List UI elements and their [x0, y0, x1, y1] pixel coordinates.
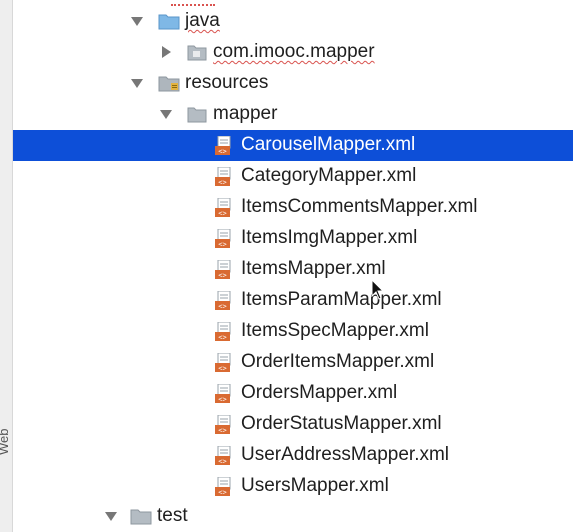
tree-file-category-mapper[interactable]: <> CategoryMapper.xml — [13, 161, 573, 192]
svg-text:<>: <> — [218, 396, 226, 404]
tree-file-items-param-mapper[interactable]: <> ItemsParamMapper.xml — [13, 285, 573, 316]
xml-file-icon: <> — [214, 445, 232, 472]
file-label: UsersMapper.xml — [241, 475, 389, 496]
tree-node-label: com.imooc.mapper — [213, 41, 375, 62]
file-label: ItemsSpecMapper.xml — [241, 320, 429, 341]
xml-file-icon: <> — [214, 290, 232, 317]
tree-node-label: java — [185, 10, 220, 31]
tree-node-test[interactable]: test — [13, 501, 573, 532]
source-folder-icon — [158, 12, 180, 36]
svg-text:<>: <> — [218, 334, 226, 342]
svg-text:<>: <> — [218, 179, 226, 187]
expand-arrow-icon[interactable] — [105, 512, 117, 521]
expand-arrow-icon[interactable] — [160, 110, 172, 119]
svg-text:<>: <> — [218, 210, 226, 218]
file-label: ItemsParamMapper.xml — [241, 289, 442, 310]
xml-file-icon: <> — [214, 321, 232, 348]
resources-folder-icon — [158, 74, 180, 98]
xml-file-icon: <> — [214, 166, 232, 193]
file-label: OrderItemsMapper.xml — [241, 351, 435, 372]
tree-file-order-status-mapper[interactable]: <> OrderStatusMapper.xml — [13, 409, 573, 440]
tree-file-order-items-mapper[interactable]: <> OrderItemsMapper.xml — [13, 347, 573, 378]
file-label: OrdersMapper.xml — [241, 382, 398, 403]
tree-file-user-address-mapper[interactable]: <> UserAddressMapper.xml — [13, 440, 573, 471]
tree-file-orders-mapper[interactable]: <> OrdersMapper.xml — [13, 378, 573, 409]
tree-node-label: resources — [185, 72, 269, 93]
tree-file-items-spec-mapper[interactable]: <> ItemsSpecMapper.xml — [13, 316, 573, 347]
side-strip-label[interactable]: Web — [0, 429, 11, 456]
svg-text:<>: <> — [218, 365, 226, 373]
package-icon — [187, 43, 207, 67]
file-label: ItemsCommentsMapper.xml — [241, 196, 478, 217]
tree-file-items-comments-mapper[interactable]: <> ItemsCommentsMapper.xml — [13, 192, 573, 223]
tree-node-java[interactable]: java — [13, 6, 573, 37]
svg-text:<>: <> — [218, 303, 226, 311]
file-label: OrderStatusMapper.xml — [241, 413, 442, 434]
file-label: CarouselMapper.xml — [241, 134, 416, 155]
file-label: UserAddressMapper.xml — [241, 444, 450, 465]
folder-icon — [130, 507, 152, 531]
collapse-arrow-icon[interactable] — [162, 46, 171, 58]
file-label: CategoryMapper.xml — [241, 165, 417, 186]
folder-icon — [187, 105, 207, 129]
xml-file-icon: <> — [214, 352, 232, 379]
expand-arrow-icon[interactable] — [131, 17, 143, 26]
tree-node-resources[interactable]: resources — [13, 68, 573, 99]
file-label: ItemsImgMapper.xml — [241, 227, 418, 248]
tree-file-carousel-mapper[interactable]: <> CarouselMapper.xml — [13, 130, 573, 161]
tree-node-label: test — [157, 505, 188, 526]
xml-file-icon: <> — [214, 228, 232, 255]
side-tool-strip[interactable]: Web — [0, 0, 13, 532]
svg-text:<>: <> — [218, 427, 226, 435]
xml-file-icon: <> — [214, 414, 232, 441]
svg-text:<>: <> — [218, 458, 226, 466]
tree-file-items-mapper[interactable]: <> ItemsMapper.xml — [13, 254, 573, 285]
svg-text:<>: <> — [218, 241, 226, 249]
project-tree[interactable]: java com.imooc.mapper resources mapper <… — [13, 0, 573, 532]
expand-arrow-icon[interactable] — [131, 79, 143, 88]
tree-file-items-img-mapper[interactable]: <> ItemsImgMapper.xml — [13, 223, 573, 254]
svg-text:<>: <> — [218, 272, 226, 280]
tree-node-package[interactable]: com.imooc.mapper — [13, 37, 573, 68]
tree-node-mapper[interactable]: mapper — [13, 99, 573, 130]
tree-file-users-mapper[interactable]: <> UsersMapper.xml — [13, 471, 573, 502]
xml-file-icon: <> — [214, 197, 232, 224]
xml-file-icon: <> — [214, 476, 232, 503]
mouse-cursor-icon — [371, 279, 385, 300]
tree-node-label: mapper — [213, 103, 278, 124]
xml-file-icon: <> — [214, 383, 232, 410]
file-label: ItemsMapper.xml — [241, 258, 386, 279]
xml-file-icon: <> — [214, 135, 232, 162]
svg-text:<>: <> — [218, 489, 226, 497]
svg-text:<>: <> — [218, 148, 226, 156]
xml-file-icon: <> — [214, 259, 232, 286]
